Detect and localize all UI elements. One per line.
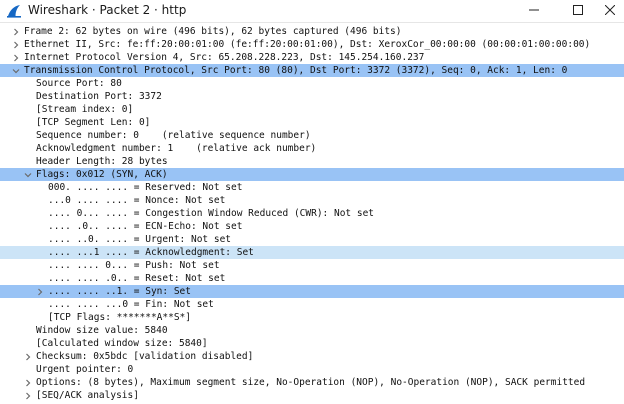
minimize-button[interactable]	[516, 0, 552, 20]
tree-row[interactable]: [Stream index: 0]	[0, 103, 624, 116]
tree-row[interactable]: Destination Port: 3372	[0, 90, 624, 103]
tree-row[interactable]: Window size value: 5840	[0, 324, 624, 337]
tree-row[interactable]: [SEQ/ACK analysis]	[0, 389, 624, 402]
tree-row[interactable]: Checksum: 0x5bdc [validation disabled]	[0, 350, 624, 363]
tree-row[interactable]: ...0 .... .... = Nonce: Not set	[0, 194, 624, 207]
tree-row[interactable]: [Calculated window size: 5840]	[0, 337, 624, 350]
tree-row-text: [Stream index: 0]	[36, 104, 134, 115]
chevron-right-icon[interactable]	[11, 25, 21, 38]
tree-row-text: Header Length: 28 bytes	[36, 156, 168, 167]
packet-details-tree[interactable]: Frame 2: 62 bytes on wire (496 bits), 62…	[0, 25, 624, 404]
tree-row-text: Ethernet II, Src: fe:ff:20:00:01:00 (fe:…	[24, 39, 591, 50]
tree-row[interactable]: .... .0.. .... = ECN-Echo: Not set	[0, 220, 624, 233]
tree-row-text: .... 0... .... = Congestion Window Reduc…	[48, 208, 375, 219]
tree-row[interactable]: Acknowledgment number: 1 (relative ack n…	[0, 142, 624, 155]
tree-row[interactable]: Internet Protocol Version 4, Src: 65.208…	[0, 51, 624, 64]
tree-row-text: Urgent pointer: 0	[36, 364, 134, 375]
tree-row-text: .... .... .0.. = Reset: Not set	[48, 273, 226, 284]
tree-row[interactable]: Transmission Control Protocol, Src Port:…	[0, 64, 624, 77]
title-bar[interactable]: Wireshark · Packet 2 · http	[0, 0, 624, 23]
tree-row[interactable]: .... .... 0... = Push: Not set	[0, 259, 624, 272]
tree-row[interactable]: [TCP Segment Len: 0]	[0, 116, 624, 129]
window-title: Wireshark · Packet 2 · http	[28, 3, 187, 17]
wireshark-fin-icon	[7, 5, 21, 18]
tree-row-text: Window size value: 5840	[36, 325, 168, 336]
tree-row-text: [TCP Flags: *******A**S*]	[48, 312, 191, 323]
close-button[interactable]	[592, 0, 624, 20]
tree-row[interactable]: .... .... .0.. = Reset: Not set	[0, 272, 624, 285]
chevron-right-icon[interactable]	[11, 51, 21, 64]
tree-row[interactable]: Header Length: 28 bytes	[0, 155, 624, 168]
chevron-right-icon[interactable]	[23, 389, 33, 402]
tree-row-text: .... .0.. .... = ECN-Echo: Not set	[48, 221, 243, 232]
tree-row[interactable]: .... 0... .... = Congestion Window Reduc…	[0, 207, 624, 220]
tree-row-text: Source Port: 80	[36, 78, 122, 89]
tree-row-text: [TCP Segment Len: 0]	[36, 117, 151, 128]
tree-row[interactable]: Flags: 0x012 (SYN, ACK)	[0, 168, 624, 181]
tree-row-text: Checksum: 0x5bdc [validation disabled]	[36, 351, 254, 362]
tree-row[interactable]: Frame 2: 62 bytes on wire (496 bits), 62…	[0, 25, 624, 38]
maximize-icon	[573, 5, 583, 15]
chevron-down-icon[interactable]	[23, 168, 33, 181]
chevron-right-icon[interactable]	[23, 376, 33, 389]
tree-row-text: Acknowledgment number: 1 (relative ack n…	[36, 143, 317, 154]
tree-row[interactable]: .... ...1 .... = Acknowledgment: Set	[0, 246, 624, 259]
tree-row[interactable]: Ethernet II, Src: fe:ff:20:00:01:00 (fe:…	[0, 38, 624, 51]
tree-row-text: 000. .... .... = Reserved: Not set	[48, 182, 243, 193]
tree-row[interactable]: .... .... ..1. = Syn: Set	[0, 285, 624, 298]
minimize-icon	[529, 9, 539, 11]
tree-row[interactable]: .... .... ...0 = Fin: Not set	[0, 298, 624, 311]
tree-row-text: Options: (8 bytes), Maximum segment size…	[36, 377, 586, 388]
tree-row-text: .... .... 0... = Push: Not set	[48, 260, 220, 271]
tree-row-text: Sequence number: 0 (relative sequence nu…	[36, 130, 311, 141]
tree-row-text: Transmission Control Protocol, Src Port:…	[24, 65, 568, 76]
chevron-down-icon[interactable]	[11, 64, 21, 77]
tree-row[interactable]: Options: (8 bytes), Maximum segment size…	[0, 376, 624, 389]
tree-row-text: ...0 .... .... = Nonce: Not set	[48, 195, 226, 206]
chevron-right-icon[interactable]	[11, 38, 21, 51]
tree-row-text: Destination Port: 3372	[36, 91, 162, 102]
tree-row-text: Frame 2: 62 bytes on wire (496 bits), 62…	[24, 26, 402, 37]
tree-row-text: .... ...1 .... = Acknowledgment: Set	[48, 247, 254, 258]
tree-row-text: Internet Protocol Version 4, Src: 65.208…	[24, 52, 425, 63]
tree-row[interactable]: Urgent pointer: 0	[0, 363, 624, 376]
wireshark-packet-window: Wireshark · Packet 2 · http Frame 2: 62 …	[0, 0, 624, 404]
tree-row[interactable]: [TCP Flags: *******A**S*]	[0, 311, 624, 324]
tree-row-text: Flags: 0x012 (SYN, ACK)	[36, 169, 168, 180]
maximize-button[interactable]	[560, 0, 596, 20]
chevron-right-icon[interactable]	[23, 350, 33, 363]
tree-row-text: .... .... ...0 = Fin: Not set	[48, 299, 214, 310]
tree-row-text: .... .... ..1. = Syn: Set	[48, 286, 191, 297]
chevron-right-icon[interactable]	[35, 285, 45, 298]
tree-row-text: .... ..0. .... = Urgent: Not set	[48, 234, 232, 245]
close-icon	[605, 5, 615, 15]
tree-row[interactable]: .... ..0. .... = Urgent: Not set	[0, 233, 624, 246]
tree-row-text: [SEQ/ACK analysis]	[36, 390, 139, 401]
tree-row[interactable]: Sequence number: 0 (relative sequence nu…	[0, 129, 624, 142]
tree-row[interactable]: Source Port: 80	[0, 77, 624, 90]
tree-row-text: [Calculated window size: 5840]	[36, 338, 208, 349]
tree-row[interactable]: 000. .... .... = Reserved: Not set	[0, 181, 624, 194]
